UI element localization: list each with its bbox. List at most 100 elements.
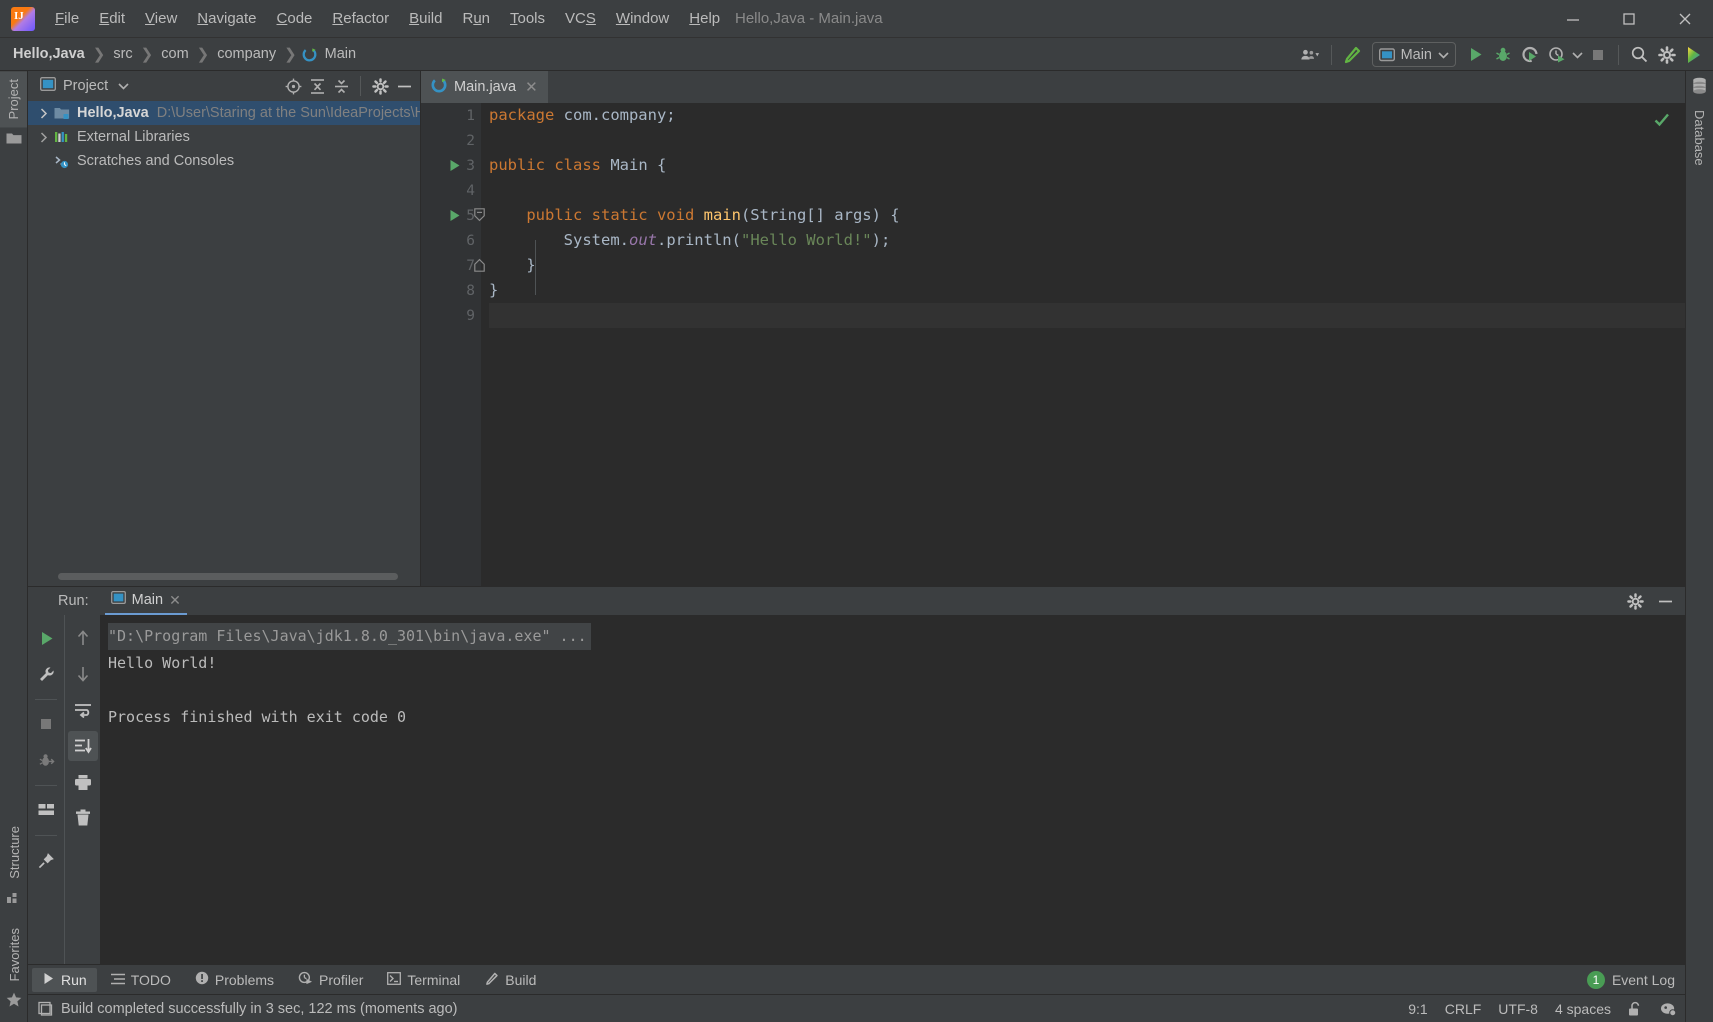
stop-process-button[interactable]	[31, 709, 61, 739]
breadcrumb-item-company[interactable]: company	[214, 44, 279, 64]
unlocked-icon[interactable]	[1628, 1001, 1643, 1017]
run-panel-settings-button[interactable]	[1623, 589, 1647, 613]
clear-all-button[interactable]	[68, 803, 98, 833]
close-icon[interactable]: ✕	[169, 592, 181, 609]
build-project-button[interactable]	[1339, 41, 1366, 68]
hide-run-panel-button[interactable]	[1653, 589, 1677, 613]
edit-configuration-button[interactable]	[31, 659, 61, 689]
pin-tab-button[interactable]	[31, 845, 61, 875]
menu-window[interactable]: Window	[606, 4, 679, 34]
bottom-item-build[interactable]: Build	[474, 968, 546, 992]
inspection-status-icon[interactable]	[1653, 111, 1671, 134]
sidebar-item-project[interactable]: Project	[0, 71, 27, 128]
breadcrumb-item-project[interactable]: Hello,Java	[10, 44, 88, 64]
menu-vcs[interactable]: VCS	[555, 4, 606, 34]
breadcrumb-item-main[interactable]: Main	[322, 44, 359, 64]
toolbar-separator	[1330, 44, 1332, 65]
minimize-button[interactable]	[1545, 0, 1601, 38]
expand-all-icon	[310, 78, 324, 94]
idea-assistant-button[interactable]	[1680, 41, 1707, 68]
menu-tools[interactable]: Tools	[500, 4, 555, 34]
breadcrumb-item-com[interactable]: com	[158, 44, 191, 64]
menu-refactor[interactable]: Refactor	[322, 4, 399, 34]
profiler-dropdown[interactable]	[1570, 41, 1584, 68]
breadcrumb-item-src[interactable]: src	[110, 44, 135, 64]
toolbar-separator	[360, 76, 361, 96]
debug-button[interactable]	[1489, 41, 1516, 68]
menu-code[interactable]: Code	[267, 4, 323, 34]
close-button[interactable]	[1657, 0, 1713, 38]
bottom-item-todo[interactable]: TODO	[101, 968, 181, 992]
code-editor[interactable]: 1 2 3 4 5 6 7 8 9 package com.company; p…	[421, 103, 1685, 586]
trash-icon	[75, 809, 90, 826]
run-gutter-icon[interactable]	[449, 209, 461, 226]
scroll-down-button[interactable]	[68, 659, 98, 689]
menu-view[interactable]: View	[135, 4, 187, 34]
bottom-item-problems[interactable]: Problems	[185, 968, 284, 992]
select-opened-file-button[interactable]	[281, 74, 305, 98]
hide-icon	[397, 85, 411, 87]
sidebar-item-database[interactable]: Database	[1689, 104, 1710, 172]
file-encoding[interactable]: UTF-8	[1498, 1001, 1538, 1017]
chevron-right-icon[interactable]	[36, 131, 52, 143]
gutter-line-1: 1	[421, 103, 481, 128]
menu-edit[interactable]: Edit	[89, 4, 135, 34]
account-button[interactable]	[1297, 41, 1324, 68]
line-number: 3	[466, 157, 475, 174]
run-button[interactable]	[1462, 41, 1489, 68]
print-button[interactable]	[68, 767, 98, 797]
inspection-profile-icon[interactable]	[1660, 1001, 1677, 1017]
run-with-coverage-button[interactable]	[1516, 41, 1543, 68]
settings-button[interactable]	[1653, 41, 1680, 68]
attach-debugger-button[interactable]	[31, 745, 61, 775]
chevron-right-icon[interactable]	[36, 107, 52, 119]
layout-settings-button[interactable]	[31, 795, 61, 825]
menu-navigate[interactable]: Navigate	[187, 4, 266, 34]
profiler-button[interactable]	[1543, 41, 1570, 68]
project-settings-button[interactable]	[368, 74, 392, 98]
editor-gutter[interactable]: 1 2 3 4 5 6 7 8 9	[421, 103, 485, 586]
project-tree-hscrollbar[interactable]	[58, 573, 398, 580]
run-console-output[interactable]: "D:\Program Files\Java\jdk1.8.0_301\bin\…	[100, 615, 1685, 964]
run-configuration-selector[interactable]: Main	[1371, 42, 1456, 67]
code-line-8: }	[489, 281, 499, 299]
bottom-item-run[interactable]: Run	[32, 967, 97, 992]
search-everywhere-button[interactable]	[1626, 41, 1653, 68]
run-gutter-icon[interactable]	[449, 159, 461, 176]
menu-file[interactable]: File	[45, 4, 89, 34]
bottom-item-profiler[interactable]: Profiler	[288, 968, 373, 992]
gutter-line-7: 7	[421, 253, 485, 278]
expand-all-button[interactable]	[305, 74, 329, 98]
editor-tab-main-java[interactable]: Main.java ✕	[421, 71, 548, 103]
tree-item-project-root[interactable]: Hello,Java D:\User\Staring at the Sun\Id…	[28, 101, 420, 125]
collapse-all-button[interactable]	[329, 74, 353, 98]
event-log-area[interactable]: 1 Event Log	[1586, 965, 1675, 995]
tree-item-external-libraries[interactable]: External Libraries	[28, 125, 420, 149]
indent-setting[interactable]: 4 spaces	[1555, 1001, 1611, 1017]
editor-tab-label: Main.java	[454, 79, 517, 95]
scroll-to-end-button[interactable]	[67, 731, 98, 761]
sidebar-item-structure[interactable]: Structure	[3, 818, 26, 887]
tree-item-scratches[interactable]: Scratches and Consoles	[28, 149, 420, 173]
line-separator[interactable]: CRLF	[1445, 1001, 1482, 1017]
run-tab-main[interactable]: Main ✕	[104, 587, 187, 615]
maximize-button[interactable]	[1601, 0, 1657, 38]
menu-help[interactable]: Help	[679, 4, 730, 34]
caret-position[interactable]: 9:1	[1408, 1001, 1427, 1017]
stop-button[interactable]	[1584, 41, 1611, 68]
chevron-down-icon[interactable]	[118, 77, 129, 95]
gutter-line-8: 8	[421, 278, 481, 303]
rerun-button[interactable]	[31, 623, 61, 653]
menu-build[interactable]: Build	[399, 4, 452, 34]
status-memory-icon[interactable]	[38, 1001, 53, 1016]
sidebar-item-favorites[interactable]: Favorites	[3, 920, 26, 989]
bottom-item-terminal[interactable]: Terminal	[377, 968, 470, 992]
close-icon[interactable]: ✕	[523, 78, 540, 96]
code-text[interactable]: package com.company; public class Main {…	[481, 103, 1685, 586]
soft-wrap-button[interactable]	[68, 695, 98, 725]
menu-run[interactable]: Run	[452, 4, 500, 34]
scroll-up-button[interactable]	[68, 623, 98, 653]
toolbar-divider	[35, 699, 57, 700]
hide-project-panel-button[interactable]	[392, 74, 416, 98]
